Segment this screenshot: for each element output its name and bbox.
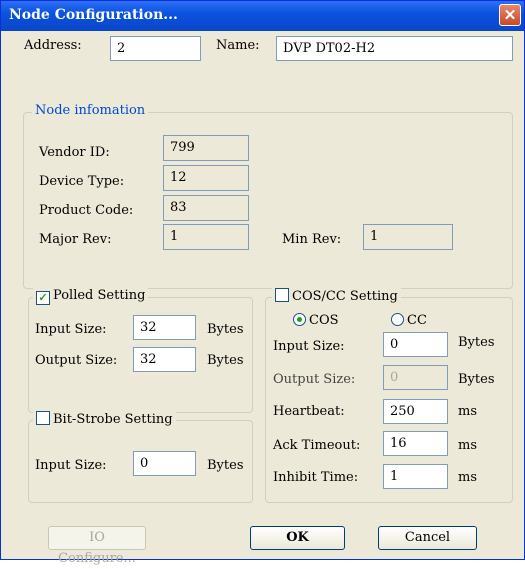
vendor-id-label: Vendor ID: — [39, 145, 110, 160]
cos-output-size-input: 0 — [383, 365, 448, 390]
bit-strobe-checkbox-icon[interactable] — [36, 411, 50, 425]
polled-input-size-label: Input Size: — [35, 322, 107, 337]
cos-input-unit: Bytes — [458, 335, 495, 350]
radio-cos-label: COS — [309, 313, 339, 328]
radio-cos[interactable]: COS — [293, 313, 339, 328]
ack-timeout-label: Ack Timeout: — [273, 438, 361, 453]
inhibit-time-label: Inhibit Time: — [273, 470, 359, 485]
product-code-value: 83 — [163, 195, 249, 221]
bit-strobe-input-unit: Bytes — [207, 458, 244, 473]
bit-strobe-setting-legend[interactable]: Bit-Strobe Setting — [33, 411, 176, 427]
min-rev-label: Min Rev: — [282, 232, 342, 247]
polled-output-unit: Bytes — [207, 353, 244, 368]
name-label: Name: — [216, 38, 260, 53]
vendor-id-value: 799 — [163, 135, 249, 161]
product-code-label: Product Code: — [39, 203, 134, 218]
node-info-legend: Node infomation — [32, 103, 149, 118]
cos-cc-checkbox-icon[interactable] — [275, 288, 289, 302]
node-info-group: Node infomation — [23, 103, 513, 289]
bit-strobe-input-size-input[interactable]: 0 — [133, 451, 196, 476]
radio-cc-unselected-icon[interactable] — [391, 313, 404, 326]
ok-button[interactable]: OK — [250, 526, 345, 550]
cos-input-size-label: Input Size: — [273, 339, 345, 354]
heartbeat-unit: ms — [458, 404, 477, 419]
dialog-content: Address: 2 Name: DVP DT02-H2 Node infoma… — [1, 31, 524, 566]
min-rev-value: 1 — [363, 224, 453, 250]
polled-setting-legend[interactable]: ✓ Polled Setting — [33, 288, 149, 305]
title-bar[interactable]: Node Configuration... ✕ — [1, 1, 524, 31]
radio-cc-label: CC — [407, 313, 427, 328]
cos-output-size-label: Output Size: — [273, 372, 356, 387]
polled-input-size-input[interactable]: 32 — [133, 315, 196, 340]
cos-input-size-input[interactable]: 0 — [383, 332, 448, 357]
inhibit-time-unit: ms — [458, 470, 477, 485]
node-configuration-dialog: Node Configuration... ✕ Address: 2 Name:… — [0, 0, 525, 566]
radio-cos-selected-icon[interactable] — [293, 313, 306, 326]
address-label: Address: — [24, 38, 82, 53]
address-input[interactable]: 2 — [110, 36, 201, 61]
name-input[interactable]: DVP DT02-H2 — [276, 36, 513, 61]
radio-cc[interactable]: CC — [391, 313, 427, 328]
device-type-label: Device Type: — [39, 174, 125, 189]
polled-setting-label: Polled Setting — [53, 288, 146, 303]
io-configure-button: IO Configure... — [48, 526, 146, 566]
heartbeat-input[interactable]: 250 — [383, 399, 448, 424]
ack-timeout-input[interactable]: 16 — [383, 431, 448, 456]
bit-strobe-setting-label: Bit-Strobe Setting — [53, 412, 173, 427]
major-rev-label: Major Rev: — [39, 232, 112, 247]
close-icon[interactable]: ✕ — [499, 4, 521, 26]
ack-timeout-unit: ms — [458, 438, 477, 453]
heartbeat-label: Heartbeat: — [273, 404, 345, 419]
cos-cc-setting-legend[interactable]: COS/CC Setting — [272, 288, 401, 304]
cos-output-unit: Bytes — [458, 372, 495, 387]
bit-strobe-input-size-label: Input Size: — [35, 458, 107, 473]
polled-input-unit: Bytes — [207, 322, 244, 337]
major-rev-value: 1 — [163, 224, 249, 250]
window-title: Node Configuration... — [9, 7, 178, 23]
device-type-value: 12 — [163, 165, 249, 191]
polled-output-size-label: Output Size: — [35, 353, 118, 368]
cos-cc-setting-label: COS/CC Setting — [292, 289, 398, 304]
cancel-button[interactable]: Cancel — [378, 526, 477, 550]
inhibit-time-input[interactable]: 1 — [383, 464, 448, 489]
polled-checkbox-icon[interactable]: ✓ — [36, 291, 50, 305]
polled-output-size-input[interactable]: 32 — [133, 347, 196, 372]
